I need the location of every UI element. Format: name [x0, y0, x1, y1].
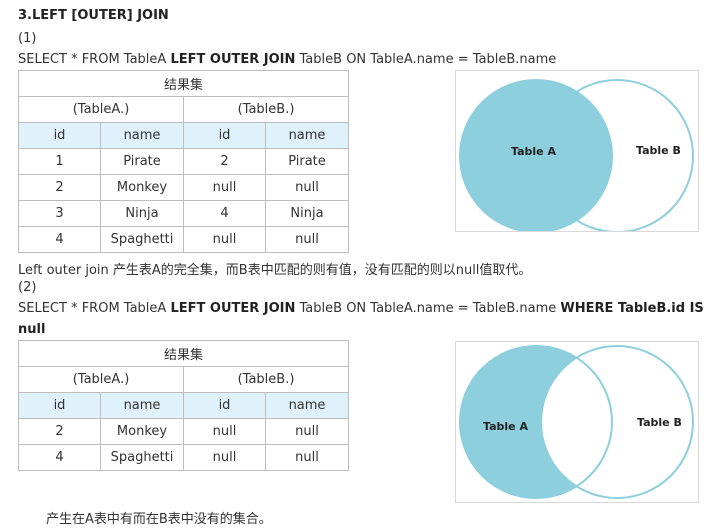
table-cell: 2	[18, 418, 101, 445]
sql-keyword: LEFT OUTER JOIN	[170, 52, 296, 67]
part2-description: 产生在A表中有而在B表中没有的集合。	[46, 512, 272, 527]
table-row: 2 Monkey null null	[18, 174, 349, 201]
venn-diagram-left-join: Table A Table B	[455, 70, 699, 232]
sql-text: TableB ON TableA.name = TableB.name	[295, 301, 561, 316]
column-header: id	[183, 392, 266, 419]
table-cell: null	[183, 418, 266, 445]
section-title: 3.LEFT [OUTER] JOIN	[18, 8, 169, 23]
table-cell: null	[265, 174, 349, 201]
table-cell: Monkey	[100, 418, 184, 445]
venn-svg: Table A Table B	[459, 79, 694, 231]
result-table-1: 结果集 (TableA.) (TableB.) id name id name …	[18, 70, 349, 253]
venn-label-b: Table B	[637, 416, 682, 429]
table-cell: Ninja	[100, 200, 184, 227]
column-header: id	[18, 122, 101, 149]
table-cell: Pirate	[265, 148, 349, 175]
sql-keyword: null	[18, 322, 46, 337]
table-cell: null	[265, 418, 349, 445]
table-cell: 2	[18, 174, 101, 201]
table-cell: null	[265, 444, 349, 471]
table-group-b: (TableB.)	[183, 96, 349, 123]
table-cell: Pirate	[100, 148, 184, 175]
column-header: id	[183, 122, 266, 149]
part1-label: (1)	[18, 31, 37, 46]
table-cell: 1	[18, 148, 101, 175]
table-cell: Spaghetti	[100, 226, 184, 253]
result-table-2: 结果集 (TableA.) (TableB.) id name id name …	[18, 340, 349, 471]
table-cell: null	[265, 226, 349, 253]
table-cell: 3	[18, 200, 101, 227]
sql-text: SELECT * FROM TableA	[18, 52, 171, 67]
part2-sql: SELECT * FROM TableA LEFT OUTER JOIN Tab…	[18, 301, 704, 316]
table-row: 1 Pirate 2 Pirate	[18, 148, 349, 175]
sql-keyword: LEFT OUTER JOIN	[170, 301, 296, 316]
venn-label-b: Table B	[636, 144, 681, 157]
part2-sql-continued: null	[18, 322, 45, 337]
table-group-a: (TableA.)	[18, 96, 184, 123]
column-header: id	[18, 392, 101, 419]
table-row: 2 Monkey null null	[18, 418, 349, 445]
table-row: 3 Ninja 4 Ninja	[18, 200, 349, 227]
table-group-b: (TableB.)	[183, 366, 349, 393]
table-cell: null	[183, 226, 266, 253]
table-row: 4 Spaghetti null null	[18, 444, 349, 471]
table-cell: Monkey	[100, 174, 184, 201]
table-cell: null	[183, 174, 266, 201]
column-header: name	[100, 392, 184, 419]
table-group-a: (TableA.)	[18, 366, 184, 393]
table-cell: Ninja	[265, 200, 349, 227]
venn-diagram-left-excluding-join: Table A Table B	[455, 341, 699, 503]
part1-sql: SELECT * FROM TableA LEFT OUTER JOIN Tab…	[18, 52, 556, 67]
column-header: name	[265, 122, 349, 149]
sql-text: TableB ON TableA.name = TableB.name	[295, 52, 557, 67]
column-header: name	[265, 392, 349, 419]
part2-label: (2)	[18, 280, 37, 295]
venn-label-a: Table A	[483, 420, 528, 433]
part1-description: Left outer join 产生表A的完全集，而B表中匹配的则有值，没有匹配…	[18, 263, 532, 278]
table-cell: null	[183, 444, 266, 471]
table-cell: 4	[18, 226, 101, 253]
table-cell: 4	[18, 444, 101, 471]
table-cell: 2	[183, 148, 266, 175]
table-caption: 结果集	[18, 340, 349, 367]
table-row: 4 Spaghetti null null	[18, 226, 349, 253]
sql-keyword: WHERE TableB.id IS	[560, 301, 704, 316]
table-caption: 结果集	[18, 70, 349, 97]
venn-svg: Table A Table B	[459, 345, 694, 499]
table-cell: 4	[183, 200, 266, 227]
sql-text: SELECT * FROM TableA	[18, 301, 171, 316]
column-header: name	[100, 122, 184, 149]
venn-label-a: Table A	[511, 145, 556, 158]
table-cell: Spaghetti	[100, 444, 184, 471]
